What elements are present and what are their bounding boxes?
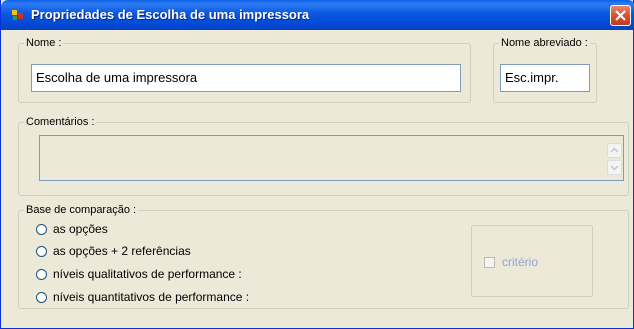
radio-qualitative[interactable]: níveis qualitativos de performance : <box>36 266 242 282</box>
close-button[interactable] <box>610 5 631 26</box>
scroll-up-button[interactable] <box>607 143 622 158</box>
comments-legend: Comentários : <box>24 116 97 129</box>
name-group: Nome : Escolha de uma impressora <box>18 37 471 103</box>
scroll-down-button[interactable] <box>607 160 622 175</box>
radio-options-references[interactable]: as opções + 2 referências <box>36 243 191 259</box>
radio-options[interactable]: as opções <box>36 221 108 237</box>
name-field[interactable]: Escolha de uma impressora <box>31 64 461 92</box>
short-name-legend: Nome abreviado : <box>499 37 590 50</box>
criterion-label: critério <box>502 255 539 269</box>
app-icon <box>12 10 23 20</box>
radio-quantitative[interactable]: níveis quantitativos de performance : <box>36 289 249 305</box>
radio-button[interactable] <box>36 245 47 257</box>
radio-button[interactable] <box>36 268 47 280</box>
title-bar[interactable]: Propriedades de Escolha de uma impressor… <box>1 0 634 30</box>
criterion-box: critério <box>471 225 593 297</box>
radio-button[interactable] <box>36 223 47 235</box>
close-icon <box>615 10 626 21</box>
window-title: Propriedades de Escolha de uma impressor… <box>31 7 310 22</box>
comments-scrollbar[interactable] <box>606 136 623 180</box>
comments-group: Comentários : <box>18 116 629 196</box>
comments-field[interactable] <box>39 135 624 181</box>
dialog-body: Nome : Escolha de uma impressora Nome ab… <box>4 30 631 326</box>
criterion-checkbox[interactable] <box>484 257 495 268</box>
short-name-group: Nome abreviado : Esc.impr. <box>493 37 597 103</box>
radio-button[interactable] <box>36 291 47 303</box>
radio-label: as opções + 2 referências <box>53 244 191 258</box>
radio-label: as opções <box>53 222 108 236</box>
radio-label: níveis qualitativos de performance : <box>53 267 242 281</box>
properties-dialog: Propriedades de Escolha de uma impressor… <box>0 0 634 329</box>
radio-label: níveis quantitativos de performance : <box>53 290 250 304</box>
name-legend: Nome : <box>24 37 64 50</box>
chevron-down-icon <box>610 165 619 171</box>
short-name-field[interactable]: Esc.impr. <box>500 64 590 92</box>
comparison-legend: Base de comparação : <box>24 204 139 217</box>
chevron-up-icon <box>610 147 619 153</box>
